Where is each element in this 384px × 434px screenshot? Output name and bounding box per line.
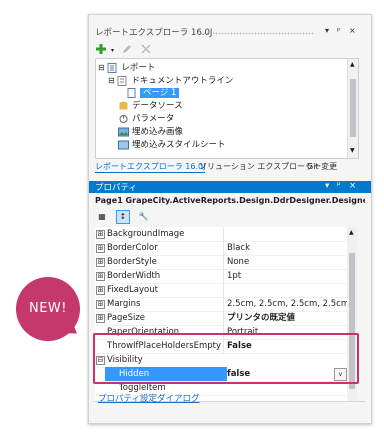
scroll-down-icon[interactable]: ▼ xyxy=(350,147,355,154)
expand-icon[interactable]: ⊞ xyxy=(96,314,105,323)
expand-icon[interactable]: ⊞ xyxy=(96,244,105,253)
grip-dots xyxy=(197,32,315,35)
tab-git-changes[interactable]: Git 変更 xyxy=(307,161,337,172)
expand-icon[interactable]: ⊞ xyxy=(96,286,105,295)
properties-title: プロパティ xyxy=(95,183,137,193)
tree-item-report[interactable]: ⊟ レポート xyxy=(98,61,155,74)
scroll-up-icon[interactable]: ▲ xyxy=(349,229,354,236)
prop-row[interactable]: ⊞ BorderColor Black xyxy=(95,241,347,256)
pencil-icon[interactable] xyxy=(121,43,133,55)
highlight-frame xyxy=(93,333,359,384)
prop-row[interactable]: ⊞ BackgroundImage xyxy=(95,227,347,242)
property-dialog-link[interactable]: プロパティ設定ダイアログ xyxy=(98,392,200,404)
close-icon[interactable]: × xyxy=(349,181,356,191)
pin-icon[interactable]: ᵖ xyxy=(337,26,340,35)
dropdown-icon[interactable]: ▾ xyxy=(325,26,329,35)
tab-report-explorer[interactable]: レポートエクスプローラ 16.0J xyxy=(95,161,206,173)
prop-row[interactable]: ⊞ BorderWidth 1pt xyxy=(95,269,347,284)
explorer-tabs: レポートエクスプローラ 16.0J ソリューション エクスプローラー Git 変… xyxy=(95,160,363,174)
report-icon xyxy=(107,62,117,73)
tree-scrollbar[interactable]: ▲ ▼ xyxy=(347,59,358,158)
property-pages-icon[interactable]: 🔧 xyxy=(137,210,151,224)
prop-row[interactable]: ⊞ FixedLayout xyxy=(95,283,347,298)
collapse-icon[interactable]: ⊟ xyxy=(108,76,115,85)
new-badge: NEW! xyxy=(16,277,80,341)
close-icon[interactable]: × xyxy=(349,26,356,35)
expand-icon[interactable]: ⊞ xyxy=(96,230,105,239)
tree-item-parameters[interactable]: パラメータ xyxy=(118,113,174,126)
tree-item-images[interactable]: 埋め込み画像 xyxy=(118,126,183,139)
prop-row[interactable]: ⊞ PageSize プリンタの既定値 xyxy=(95,311,347,326)
tree-item-datasource[interactable]: データソース xyxy=(118,100,183,113)
scroll-thumb[interactable] xyxy=(350,79,356,137)
expand-icon[interactable]: ⊞ xyxy=(96,258,105,267)
tab-solution-explorer[interactable]: ソリューション エクスプローラー xyxy=(199,161,321,172)
categorized-icon[interactable]: ▦ xyxy=(95,210,109,224)
object-selector[interactable]: Page1 GrapeCity.ActiveReports.Design.Ddr… xyxy=(95,196,365,208)
scroll-up-icon[interactable]: ▲ xyxy=(350,61,355,68)
stylesheet-icon xyxy=(118,140,129,149)
properties-toolbar: ▦ ↕ 🔧 xyxy=(95,210,155,224)
tree-item-stylesheets[interactable]: 埋め込みスタイルシート xyxy=(118,139,226,150)
explorer-titlebar: レポートエクスプローラ 16.0J ▾ ᵖ × xyxy=(95,26,359,40)
outline-icon xyxy=(117,75,127,86)
prop-row[interactable]: ⊞ BorderStyle None xyxy=(95,255,347,270)
pin-icon[interactable]: ᵖ xyxy=(337,181,341,191)
sort-alpha-icon[interactable]: ↕ xyxy=(115,210,130,224)
image-icon xyxy=(118,127,129,136)
dropdown-icon[interactable]: ▾ xyxy=(325,181,329,191)
explorer-title: レポートエクスプローラ 16.0J xyxy=(95,28,213,38)
expand-icon[interactable]: ⊞ xyxy=(96,272,105,281)
explorer-tree: ⊟ レポート ⊟ ドキュメントアウトライン ページ 1 データソース パラメータ… xyxy=(95,58,359,159)
add-icon[interactable] xyxy=(95,43,107,55)
prop-row[interactable]: ⊞ Margins 2.5cm, 2.5cm, 2.5cm, 2.5cm xyxy=(95,297,349,312)
page-icon xyxy=(127,87,136,98)
collapse-icon[interactable]: ⊟ xyxy=(98,63,105,72)
datasource-icon xyxy=(119,101,128,109)
tree-item-page1[interactable]: ページ 1 xyxy=(126,87,180,100)
tree-item-outline[interactable]: ⊟ ドキュメントアウトライン xyxy=(108,74,233,87)
delete-icon[interactable] xyxy=(140,43,152,55)
explorer-toolbar: ▾ xyxy=(95,43,156,57)
expand-icon[interactable]: ⊞ xyxy=(96,300,105,309)
parameter-icon xyxy=(119,114,128,123)
chevron-down-icon[interactable]: ▾ xyxy=(111,47,114,54)
properties-titlebar: プロパティ ▾ ᵖ × xyxy=(89,181,371,193)
